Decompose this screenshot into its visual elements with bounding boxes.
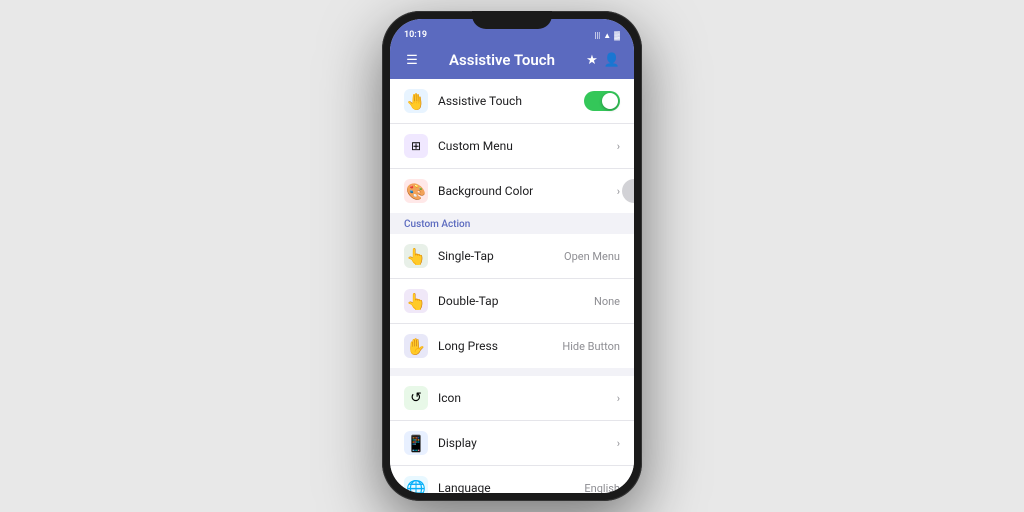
long-press-icon: ✋ xyxy=(404,334,428,358)
double-tap-label: Double-Tap xyxy=(438,294,594,308)
custom-action-section-label: Custom Action xyxy=(390,213,634,234)
background-color-chevron: › xyxy=(617,185,620,198)
custom-menu-chevron: › xyxy=(617,140,620,153)
custom-menu-label: Custom Menu xyxy=(438,139,617,153)
long-press-value: Hide Button xyxy=(562,340,620,353)
list-item[interactable]: ⊞ Custom Menu › xyxy=(390,124,634,169)
language-icon: 🌐 xyxy=(404,476,428,493)
list-item[interactable]: 👆 Double-Tap None xyxy=(390,279,634,324)
double-tap-icon: 👆 xyxy=(404,289,428,313)
people-icon[interactable]: 👤 xyxy=(602,53,622,68)
list-item[interactable]: 🎨 Background Color › xyxy=(390,169,634,213)
assistive-touch-toggle[interactable] xyxy=(584,91,620,111)
list-item[interactable]: ↺ Icon › xyxy=(390,376,634,421)
display-chevron: › xyxy=(617,437,620,450)
phone-frame: 10:19 ||| ▲ ▓ ☰ Assistive Touch ★ 👤 🤚 As… xyxy=(382,11,642,501)
assistive-touch-icon: 🤚 xyxy=(404,89,428,113)
icon-icon: ↺ xyxy=(404,386,428,410)
content-area: 🤚 Assistive Touch ⊞ Custom Menu › 🎨 Back… xyxy=(390,79,634,493)
icon-label: Icon xyxy=(438,391,617,405)
single-tap-label: Single-Tap xyxy=(438,249,564,263)
signal-icon: ||| xyxy=(594,31,600,40)
long-press-label: Long Press xyxy=(438,339,562,353)
single-tap-value: Open Menu xyxy=(564,250,620,263)
menu-icon[interactable]: ☰ xyxy=(402,53,422,68)
floating-button xyxy=(622,179,634,203)
background-color-label: Background Color xyxy=(438,184,617,198)
phone-screen: 10:19 ||| ▲ ▓ ☰ Assistive Touch ★ 👤 🤚 As… xyxy=(390,19,634,493)
bottom-section: ↺ Icon › 📱 Display › 🌐 Language English … xyxy=(390,376,634,493)
language-label: Language xyxy=(438,481,584,493)
single-tap-icon: 👆 xyxy=(404,244,428,268)
display-icon: 📱 xyxy=(404,431,428,455)
phone-notch xyxy=(472,11,552,29)
star-icon[interactable]: ★ xyxy=(582,53,602,68)
wifi-icon: ▲ xyxy=(603,31,611,40)
battery-icon: ▓ xyxy=(614,31,620,40)
display-label: Display xyxy=(438,436,617,450)
list-item[interactable]: 👆 Single-Tap Open Menu xyxy=(390,234,634,279)
header-title: Assistive Touch xyxy=(422,51,582,69)
status-time: 10:19 xyxy=(404,30,427,40)
icon-chevron: › xyxy=(617,392,620,405)
language-value: English xyxy=(584,482,620,494)
top-section: 🤚 Assistive Touch ⊞ Custom Menu › 🎨 Back… xyxy=(390,79,634,213)
list-item[interactable]: 📱 Display › xyxy=(390,421,634,466)
list-item[interactable]: 🌐 Language English xyxy=(390,466,634,493)
custom-action-section: 👆 Single-Tap Open Menu 👆 Double-Tap None… xyxy=(390,234,634,368)
background-color-icon: 🎨 xyxy=(404,179,428,203)
divider xyxy=(390,368,634,376)
double-tap-value: None xyxy=(594,295,620,308)
assistive-touch-label: Assistive Touch xyxy=(438,94,584,108)
list-item[interactable]: ✋ Long Press Hide Button xyxy=(390,324,634,368)
list-item[interactable]: 🤚 Assistive Touch xyxy=(390,79,634,124)
app-header: ☰ Assistive Touch ★ 👤 xyxy=(390,43,634,79)
custom-menu-icon: ⊞ xyxy=(404,134,428,158)
status-icons: ||| ▲ ▓ xyxy=(594,31,620,40)
